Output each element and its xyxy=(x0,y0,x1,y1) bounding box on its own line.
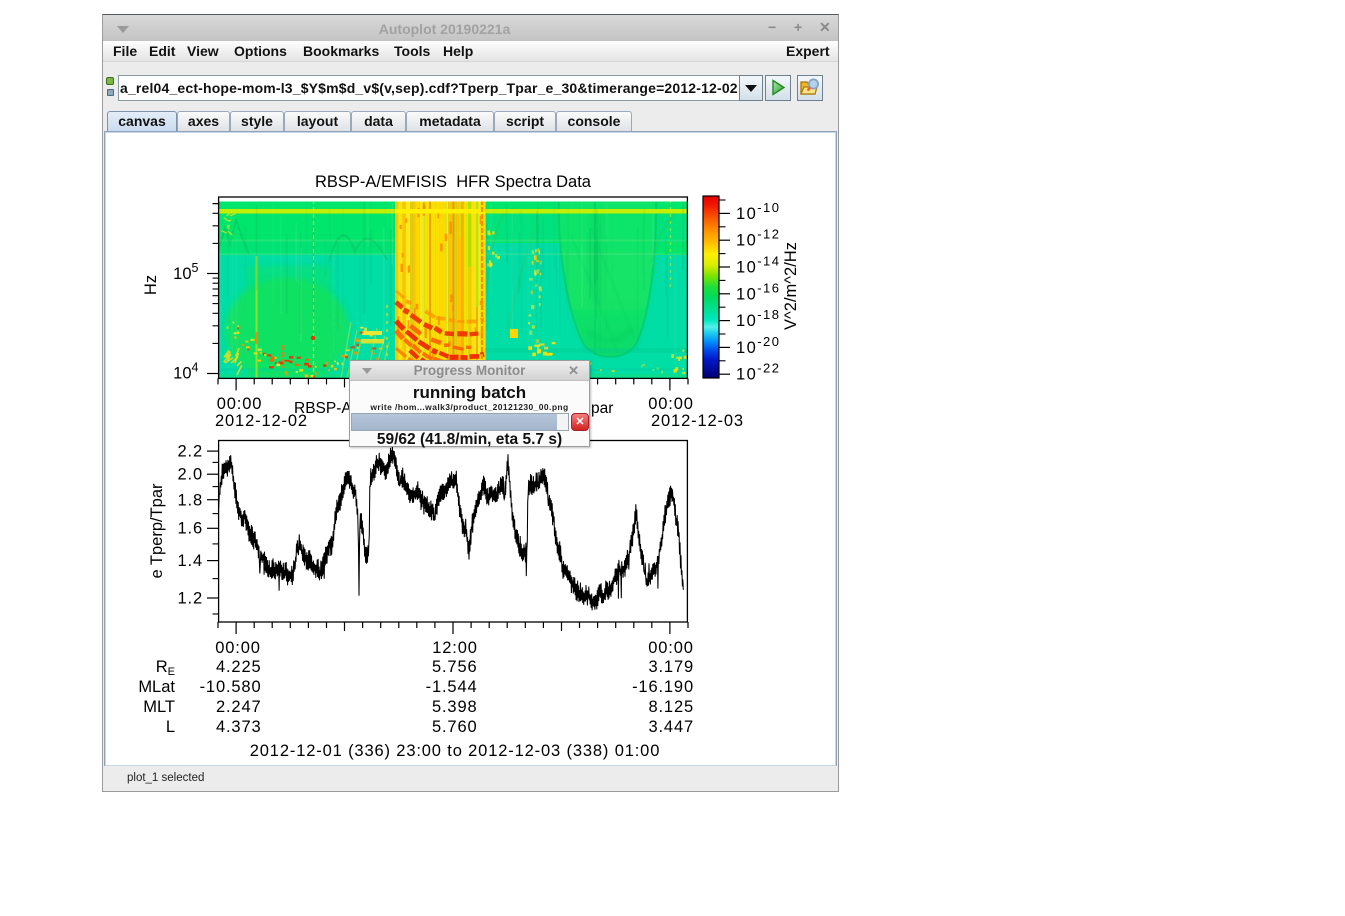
svg-text:MLT: MLT xyxy=(143,698,175,716)
svg-text:-1.544: -1.544 xyxy=(426,678,478,696)
svg-text:00:00: 00:00 xyxy=(217,395,263,413)
svg-text:10-16: 10-16 xyxy=(736,280,780,303)
svg-text:-10.580: -10.580 xyxy=(200,678,262,696)
svg-text:2.2: 2.2 xyxy=(178,443,204,461)
svg-text:2.0: 2.0 xyxy=(178,466,204,484)
svg-text:2012-12-01 (336) 23:00 to 2012: 2012-12-01 (336) 23:00 to 2012-12-03 (33… xyxy=(250,742,661,760)
svg-text:10-10: 10-10 xyxy=(736,200,780,223)
svg-text:3.179: 3.179 xyxy=(648,658,694,676)
svg-text:1.2: 1.2 xyxy=(178,590,204,608)
svg-text:10: 10 xyxy=(173,365,191,383)
svg-text:5.760: 5.760 xyxy=(432,718,478,736)
svg-text:5.398: 5.398 xyxy=(432,698,478,716)
svg-text:RE: RE xyxy=(156,658,175,678)
svg-text:RBSP-A: RBSP-A xyxy=(294,400,352,417)
svg-text:2.247: 2.247 xyxy=(216,698,262,716)
svg-text:00:00: 00:00 xyxy=(648,395,694,413)
svg-text:RBSP-A/EMFISIS HFR Spectra Da: RBSP-A/EMFISIS HFR Spectra Data xyxy=(315,173,592,191)
svg-text:2012-12-03: 2012-12-03 xyxy=(651,412,744,430)
svg-text:V^2/m^2/Hz: V^2/m^2/Hz xyxy=(782,242,800,330)
svg-text:Hz: Hz xyxy=(142,275,160,295)
svg-text:par: par xyxy=(591,400,613,417)
svg-text:12:00: 12:00 xyxy=(432,639,478,657)
svg-text:MLat: MLat xyxy=(138,678,175,696)
svg-text:10: 10 xyxy=(173,265,191,283)
svg-text:4.373: 4.373 xyxy=(216,718,262,736)
svg-text:L: L xyxy=(166,718,175,736)
svg-text:1.6: 1.6 xyxy=(178,520,204,538)
svg-text:5.756: 5.756 xyxy=(432,658,478,676)
svg-text:5: 5 xyxy=(192,261,199,275)
svg-text:10-12: 10-12 xyxy=(736,227,780,250)
svg-text:8.125: 8.125 xyxy=(648,698,694,716)
svg-text:3.447: 3.447 xyxy=(648,718,694,736)
svg-text:-16.190: -16.190 xyxy=(632,678,694,696)
svg-text:1.4: 1.4 xyxy=(178,552,204,570)
svg-text:10-22: 10-22 xyxy=(736,361,780,384)
svg-text:4: 4 xyxy=(192,361,199,375)
svg-text:10-20: 10-20 xyxy=(736,334,780,357)
svg-text:00:00: 00:00 xyxy=(215,639,261,657)
svg-text:4.225: 4.225 xyxy=(216,658,262,676)
svg-text:10-14: 10-14 xyxy=(736,254,780,277)
svg-text:1.8: 1.8 xyxy=(178,491,204,509)
svg-text:00:00: 00:00 xyxy=(648,639,694,657)
svg-text:10-18: 10-18 xyxy=(736,307,780,330)
svg-text:e Tperp/Tpar: e Tperp/Tpar xyxy=(148,483,166,579)
